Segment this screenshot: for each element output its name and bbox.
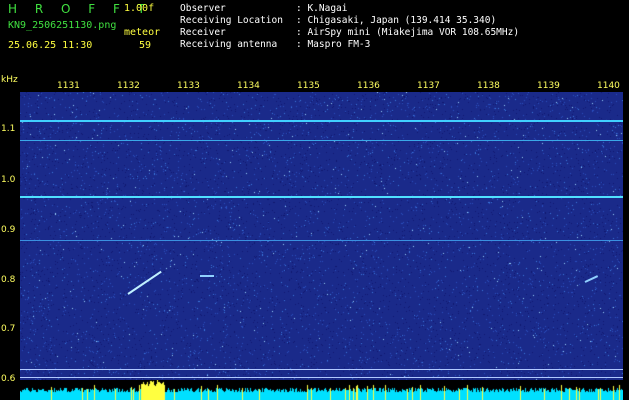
version-label: 1.00f [124,3,155,14]
observer-label: Observer [180,3,226,14]
y-tick-label: 0.6 [1,374,16,384]
observer-value: : K.Nagai [296,3,348,14]
signal-line [20,196,623,198]
receiver-label: Receiver [180,27,226,38]
x-tick-label: 1137 [417,81,440,91]
spectrogram-noise [20,92,623,392]
y-unit-label: kHz [1,75,18,85]
y-tick-label: 1.0 [1,175,16,185]
x-tick-label: 1139 [537,81,560,91]
x-tick-label: 1135 [297,81,320,91]
signal-line [20,140,623,141]
antenna-label: Receiving antenna [180,39,278,50]
x-tick-label: 1131 [57,81,80,91]
meteor-count: 59 [139,40,152,51]
location-value: : Chigasaki, Japan (139.414 35.340) [296,15,497,26]
x-tick-label: 1133 [177,81,200,91]
signal-line [20,120,623,122]
x-tick-label: 1136 [357,81,380,91]
signal-line [20,369,623,370]
x-tick-label: 1138 [477,81,500,91]
location-label: Receiving Location [180,15,283,26]
signal-line [20,377,623,378]
y-tick-label: 0.9 [1,225,16,235]
signal-line [20,240,623,241]
y-tick-label: 1.1 [1,124,16,134]
x-tick-label: 1132 [117,81,140,91]
datetime-label: 25.06.25 11:30 [8,40,93,51]
receiver-value: : AirSpy mini (Miakejima VOR 108.65MHz) [296,27,520,38]
meteor-trail [200,275,214,277]
meteor-label: meteor [124,27,161,38]
x-tick-label: 1140 [597,81,620,91]
filename-label: KN9_2506251130.png [8,20,117,31]
y-tick-label: 0.7 [1,324,16,334]
x-tick-label: 1134 [237,81,260,91]
spectrogram-plot [20,92,623,392]
y-tick-label: 0.8 [1,275,16,285]
antenna-value: : Maspro FM-3 [296,39,371,50]
signal-strength-bar [20,380,623,400]
